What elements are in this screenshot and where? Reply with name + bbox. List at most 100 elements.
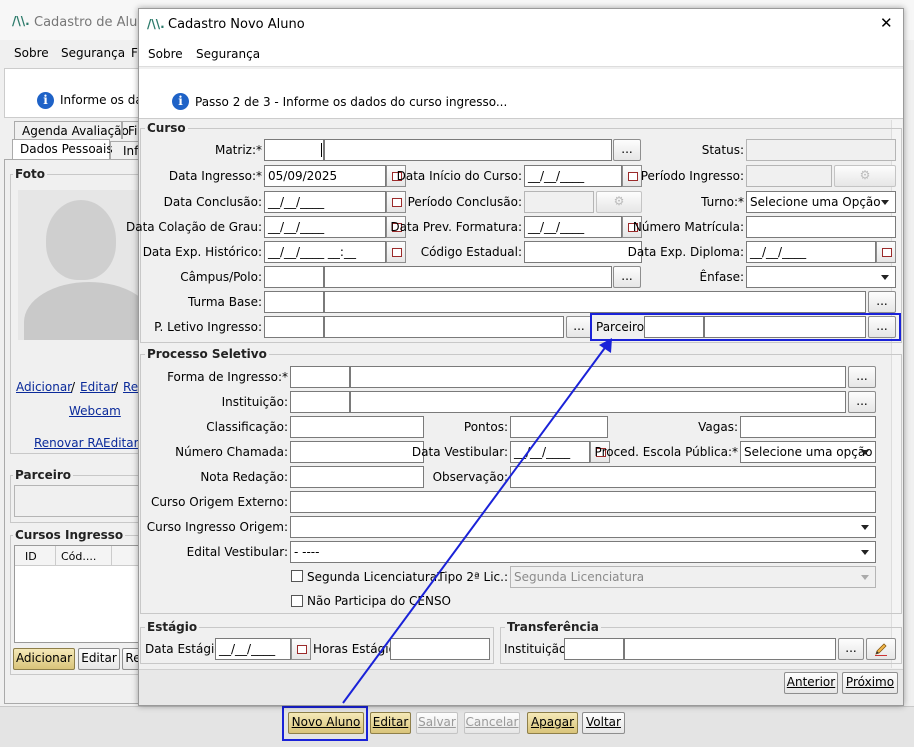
proximo-button[interactable]: Próximo [842,672,898,694]
bg-adicionar-button[interactable]: Adicionar [13,648,75,670]
dialog-menu-seguranca[interactable]: Segurança [196,47,260,61]
bg-menu-seguranca[interactable]: Segurança [61,46,125,60]
data-exp-historico-label: Data Exp. Histórico: [142,245,262,259]
close-icon[interactable]: ✕ [880,14,893,32]
transferencia-search-button[interactable]: ... [838,638,864,660]
enfase-select[interactable] [746,266,896,288]
data-exp-diploma-calendar-icon[interactable] [876,241,896,263]
periodo-conclusao-gear-icon[interactable]: ⚙ [596,191,642,213]
data-vestibular-input[interactable]: __/__/____ [510,441,590,463]
classificacao-input[interactable] [290,416,424,438]
anterior-button[interactable]: Anterior [784,672,838,694]
turma-base-code-input[interactable] [264,291,324,313]
forma-ingresso-name-input[interactable] [350,366,846,388]
status-label: Status: [701,143,744,157]
horas-estagio-input[interactable] [390,638,490,660]
bg-link-adicionar[interactable]: Adicionar [16,380,72,394]
avatar-placeholder-icon [18,190,140,340]
periodo-ingresso-input[interactable] [746,165,832,187]
forma-ingresso-search-button[interactable]: ... [848,366,876,388]
status-input[interactable] [746,139,896,161]
data-prev-formatura-input[interactable]: __/__/____ [524,216,622,238]
tipo-2-lic-select[interactable]: Segunda Licenciatura [510,566,876,588]
nao-participa-censo-checkbox[interactable] [291,595,303,607]
vagas-input[interactable] [740,416,876,438]
pencil-icon[interactable] [866,638,896,660]
step-info-icon: i [172,93,189,110]
data-exp-historico-calendar-icon[interactable] [386,241,406,263]
matriz-code-input[interactable] [264,139,324,161]
segunda-licenciatura-checkbox[interactable] [291,570,303,582]
data-conclusao-calendar-icon[interactable] [386,191,406,213]
bg-info-icon: i [37,92,54,109]
instituicao-search-button[interactable]: ... [848,391,876,413]
data-ingresso-input[interactable]: 05/09/2025 [264,165,386,187]
bg-right-edge [903,68,911,708]
numero-chamada-input[interactable] [290,441,424,463]
data-conclusao-input[interactable]: __/__/____ [264,191,386,213]
campus-code-input[interactable] [264,266,324,288]
data-exp-diploma-input[interactable]: __/__/____ [746,241,876,263]
bg-menu-sobre[interactable]: Sobre [14,46,49,60]
edital-vestibular-select[interactable]: - ---- [290,541,876,563]
voltar-footer-button[interactable]: Voltar [582,712,625,734]
col-id[interactable]: ID [25,550,37,563]
col-cod[interactable]: Cód.... [61,550,96,563]
bg-link-renovar-ra[interactable]: Renovar RA [34,436,103,450]
editar-footer-button[interactable]: Editar [370,712,411,734]
bg-link-re[interactable]: Re [123,380,138,394]
data-estagio-input[interactable]: __/__/____ [215,638,291,660]
proced-escola-select[interactable]: Selecione uma opção [740,441,876,463]
bg-tab-dados-pessoais[interactable]: Dados Pessoais [12,139,113,159]
p-letivo-code-input[interactable] [264,316,324,338]
bg-cursos-table[interactable]: ID Cód.... [14,545,141,643]
numero-matricula-input[interactable] [746,216,896,238]
transferencia-code-input[interactable] [564,638,624,660]
turma-base-label: Turma Base: [188,295,262,309]
p-letivo-name-input[interactable] [324,316,564,338]
campus-search-button[interactable]: ... [613,266,641,288]
data-colacao-input[interactable]: __/__/____ [264,216,386,238]
bg-editar-button[interactable]: Editar [78,648,120,670]
data-estagio-label: Data Estágio: [145,642,226,656]
periodo-ingresso-gear-icon[interactable]: ⚙ [834,165,896,187]
cancelar-footer-label: Cancelar [465,715,519,729]
pontos-input[interactable] [510,416,608,438]
data-estagio-calendar-icon[interactable] [291,638,311,660]
codigo-estadual-input[interactable] [524,241,642,263]
nota-redacao-input[interactable] [290,466,424,488]
curso-origem-externo-input[interactable] [290,491,876,513]
turma-base-name-input[interactable] [324,291,866,313]
data-exp-historico-input[interactable]: __/__/____ __:__ [264,241,386,263]
p-letivo-search-button[interactable]: ... [566,316,592,338]
forma-ingresso-code-input[interactable] [290,366,350,388]
observacao-input[interactable] [510,466,876,488]
matriz-name-input[interactable] [324,139,612,161]
apagar-footer-button[interactable]: Apagar [527,712,578,734]
campus-name-input[interactable] [324,266,612,288]
instituicao-name-input[interactable] [350,391,846,413]
editar-footer-label: Editar [372,715,409,729]
cancelar-footer-button[interactable]: Cancelar [464,712,520,734]
bg-link-webcam[interactable]: Webcam [69,404,121,418]
turma-base-search-button[interactable]: ... [868,291,896,313]
transferencia-name-input[interactable] [624,638,836,660]
bg-tab-agenda[interactable]: Agenda Avaliação [14,121,129,139]
bg-parceiro-field[interactable] [14,485,140,517]
data-inicio-calendar-icon[interactable] [622,165,642,187]
curso-ingresso-origem-select[interactable] [290,516,876,538]
matriz-search-button[interactable]: ... [613,139,641,161]
dialog-menu-sobre[interactable]: Sobre [148,47,183,61]
bg-foto-title: Foto [13,167,47,181]
bg-menu-f[interactable]: F [131,46,138,60]
turno-select[interactable]: Selecione uma Opção [746,191,896,213]
salvar-footer-button[interactable]: Salvar [416,712,458,734]
data-inicio-input[interactable]: __/__/____ [524,165,622,187]
instituicao-code-input[interactable] [290,391,350,413]
bg-tab-inf[interactable]: Inf [110,141,140,159]
bg-link-editar[interactable]: Editar [80,380,116,394]
forma-ingresso-label: Forma de Ingresso:* [167,370,288,384]
instituicao-label: Instituição: [221,395,288,409]
periodo-conclusao-input[interactable] [524,191,594,213]
horas-estagio-label: Horas Estágio: [313,642,400,656]
